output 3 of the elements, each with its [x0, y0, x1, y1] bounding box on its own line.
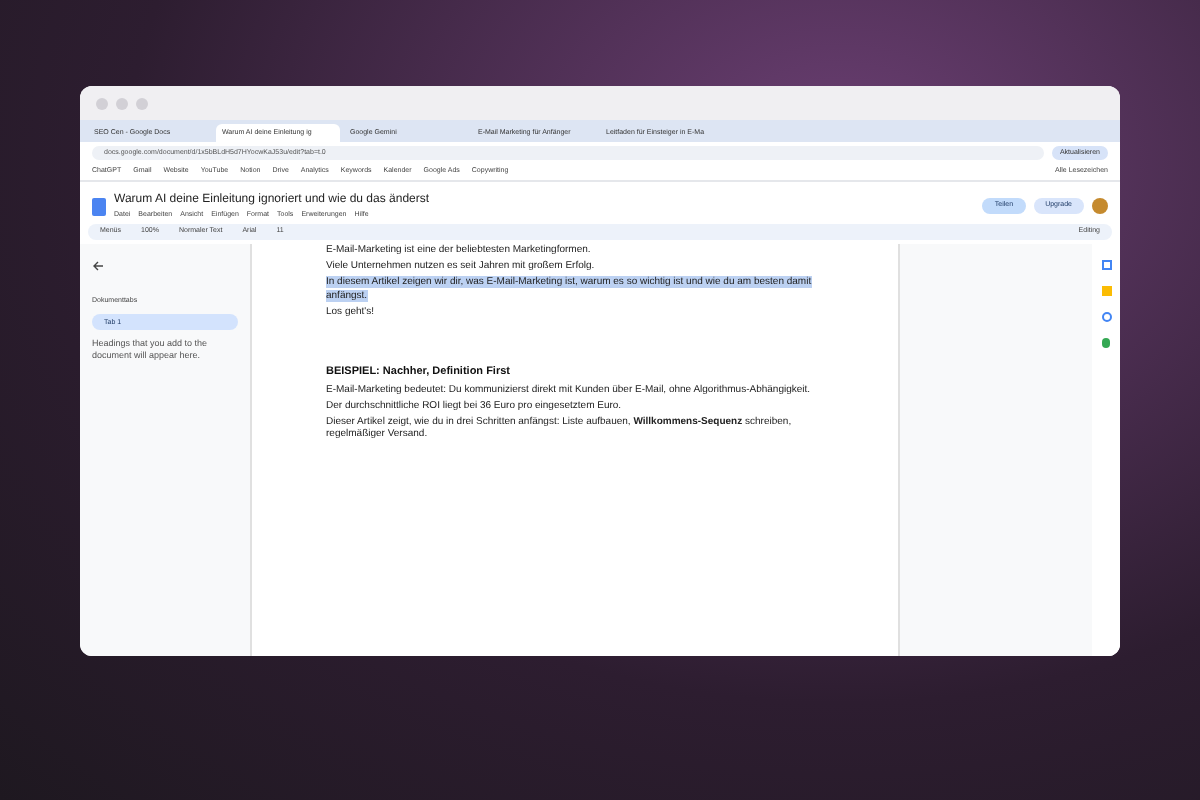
avatar-icon: [1092, 198, 1108, 214]
back-arrow-icon[interactable]: [92, 260, 104, 272]
docs-icon: [92, 197, 106, 215]
